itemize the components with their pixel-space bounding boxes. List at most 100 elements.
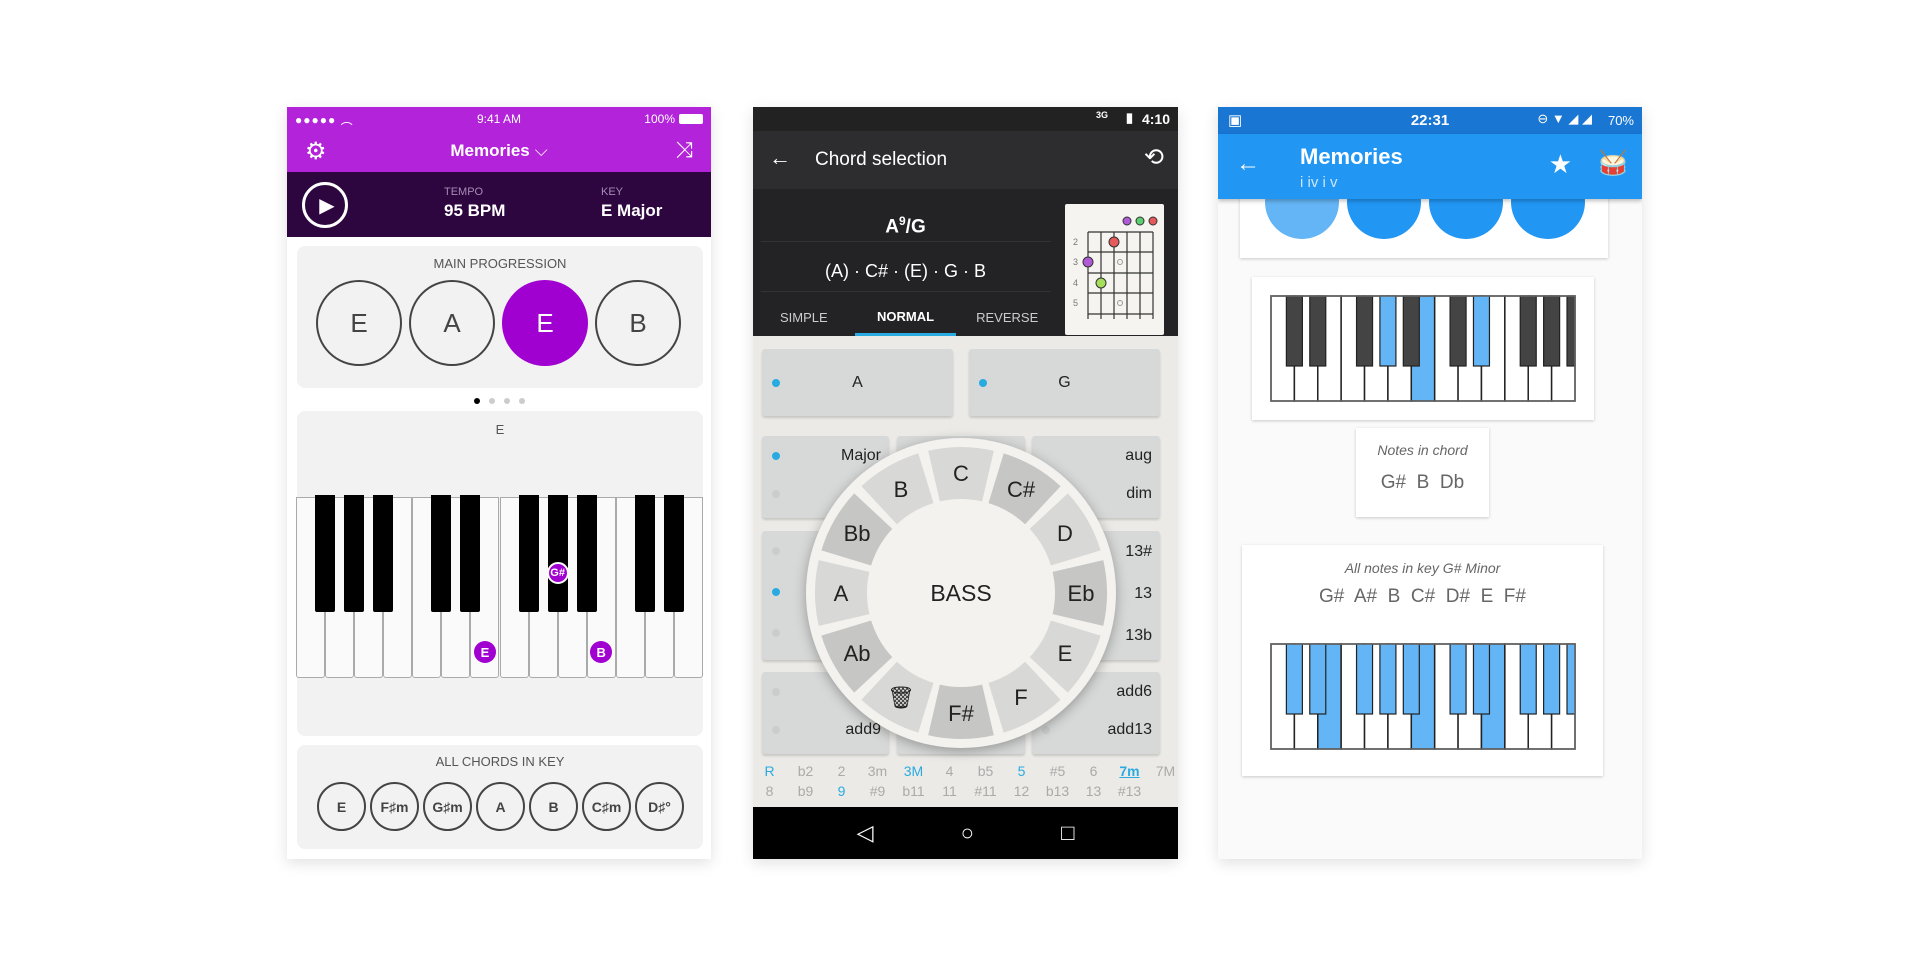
black-key[interactable]	[460, 495, 481, 612]
black-key[interactable]	[1566, 295, 1576, 367]
black-key[interactable]	[1379, 295, 1397, 367]
back-arrow-icon[interactable]: ←	[769, 145, 791, 171]
black-key[interactable]	[547, 495, 568, 612]
black-key[interactable]	[518, 495, 539, 612]
back-arrow-icon[interactable]: ←	[1236, 150, 1260, 178]
black-key[interactable]	[1379, 643, 1397, 715]
black-key[interactable]	[315, 495, 336, 612]
interval-b13[interactable]: b13	[1041, 783, 1074, 799]
chord-piano[interactable]	[1270, 295, 1576, 402]
tab-simple[interactable]: SIMPLE	[753, 299, 855, 336]
black-key[interactable]	[1355, 295, 1374, 367]
black-key[interactable]	[1355, 643, 1374, 715]
page-dot[interactable]	[503, 398, 510, 404]
interval-9[interactable]: 9	[825, 783, 858, 799]
piano-keyboard[interactable]: E B G#	[296, 495, 703, 678]
option-13[interactable]: 13	[1134, 585, 1152, 603]
key-chord-button[interactable]: G♯m	[423, 782, 472, 831]
black-key[interactable]	[1309, 643, 1327, 715]
black-key[interactable]	[431, 495, 452, 612]
black-key[interactable]	[1285, 295, 1303, 367]
interval-6[interactable]: 6	[1077, 763, 1110, 779]
key-chord-button[interactable]: A	[476, 782, 525, 831]
shuffle-icon[interactable]: ⤨	[675, 137, 693, 163]
interval-#5[interactable]: #5	[1041, 763, 1074, 779]
key-value[interactable]: E Major	[601, 201, 662, 221]
interval-7M[interactable]: 7M	[1149, 763, 1178, 779]
play-button[interactable]: ▶	[302, 182, 348, 228]
progression-chord-button[interactable]: E	[502, 280, 588, 366]
root-note-button[interactable]: A	[762, 349, 953, 416]
guitar-chord-diagram[interactable]: 2 3 4 5	[1065, 204, 1164, 335]
drums-icon[interactable]: 🥁	[1598, 149, 1628, 178]
interval-b5[interactable]: b5	[969, 763, 1002, 779]
interval-7m[interactable]: 7m	[1113, 763, 1146, 779]
nav-back-icon[interactable]: ◁	[857, 820, 874, 846]
interval-2[interactable]: 2	[825, 763, 858, 779]
interval-b11[interactable]: b11	[897, 783, 930, 799]
interval-8[interactable]: 8	[753, 783, 786, 799]
page-dot[interactable]	[488, 398, 495, 404]
reset-icon[interactable]: ⟲	[1144, 143, 1164, 172]
page-dot[interactable]	[518, 398, 525, 404]
key-notes-card: All notes in key G# Minor G# A# B C# D# …	[1242, 545, 1603, 776]
page-dot[interactable]	[473, 398, 480, 404]
interval-11[interactable]: 11	[933, 783, 966, 799]
nav-home-icon[interactable]: ○	[961, 820, 974, 846]
option-aug[interactable]: aug	[1125, 447, 1152, 465]
interval-3M[interactable]: 3M	[897, 763, 930, 779]
black-key[interactable]	[344, 495, 365, 612]
black-key[interactable]	[634, 495, 655, 612]
black-key[interactable]	[1472, 295, 1491, 367]
chord-notes: (A) · C# · (E) · G · B	[825, 261, 986, 281]
option-add6[interactable]: add6	[1116, 683, 1152, 701]
option-13b[interactable]: 13b	[1125, 627, 1152, 645]
bass-note-wheel[interactable]: C C# D Eb E F F# 🗑 Ab A Bb B BASS	[801, 433, 1121, 753]
key-piano[interactable]	[1270, 643, 1576, 750]
interval-R[interactable]: R	[753, 763, 786, 779]
key-chord-button[interactable]: F♯m	[370, 782, 419, 831]
black-key[interactable]	[1519, 643, 1537, 715]
star-icon[interactable]: ★	[1549, 149, 1572, 180]
interval-5[interactable]: 5	[1005, 763, 1038, 779]
key-chord-button[interactable]: C♯m	[582, 782, 631, 831]
tab-reverse[interactable]: REVERSE	[956, 299, 1058, 336]
tempo-value[interactable]: 95 BPM	[444, 201, 505, 221]
option-dim[interactable]: dim	[1126, 485, 1152, 503]
key-chord-button[interactable]: D♯°	[635, 782, 684, 831]
key-chord-button[interactable]: E	[317, 782, 366, 831]
song-title-dropdown[interactable]: Memories ⌵	[287, 141, 711, 161]
progression-chord-button[interactable]: E	[316, 280, 402, 366]
black-key[interactable]	[1566, 643, 1576, 715]
black-key[interactable]	[1309, 295, 1327, 367]
black-key[interactable]	[1449, 643, 1467, 715]
black-key[interactable]	[576, 495, 597, 612]
interval-b2[interactable]: b2	[789, 763, 822, 779]
black-key[interactable]	[1285, 643, 1303, 715]
interval-#11[interactable]: #11	[969, 783, 1002, 799]
interval-#9[interactable]: #9	[861, 783, 894, 799]
interval-3m[interactable]: 3m	[861, 763, 894, 779]
interval-4[interactable]: 4	[933, 763, 966, 779]
black-key[interactable]	[1519, 295, 1537, 367]
black-key[interactable]	[373, 495, 394, 612]
interval-#13[interactable]: #13	[1113, 783, 1146, 799]
black-key[interactable]	[1402, 295, 1420, 367]
progression-chord-button[interactable]: A	[409, 280, 495, 366]
tab-normal[interactable]: NORMAL	[854, 299, 957, 336]
bass-note-button[interactable]: G	[969, 349, 1160, 416]
black-key[interactable]	[1402, 643, 1420, 715]
interval-13[interactable]: 13	[1077, 783, 1110, 799]
option-13sharp[interactable]: 13#	[1125, 543, 1152, 561]
interval-b9[interactable]: b9	[789, 783, 822, 799]
progression-chord-button[interactable]: B	[595, 280, 681, 366]
battery-percent: 70%	[1607, 113, 1634, 128]
key-chord-button[interactable]: B	[529, 782, 578, 831]
black-key[interactable]	[663, 495, 684, 612]
black-key[interactable]	[1472, 643, 1491, 715]
interval-12[interactable]: 12	[1005, 783, 1038, 799]
black-key[interactable]	[1543, 295, 1561, 367]
nav-recents-icon[interactable]: □	[1061, 820, 1074, 846]
black-key[interactable]	[1449, 295, 1467, 367]
black-key[interactable]	[1543, 643, 1561, 715]
